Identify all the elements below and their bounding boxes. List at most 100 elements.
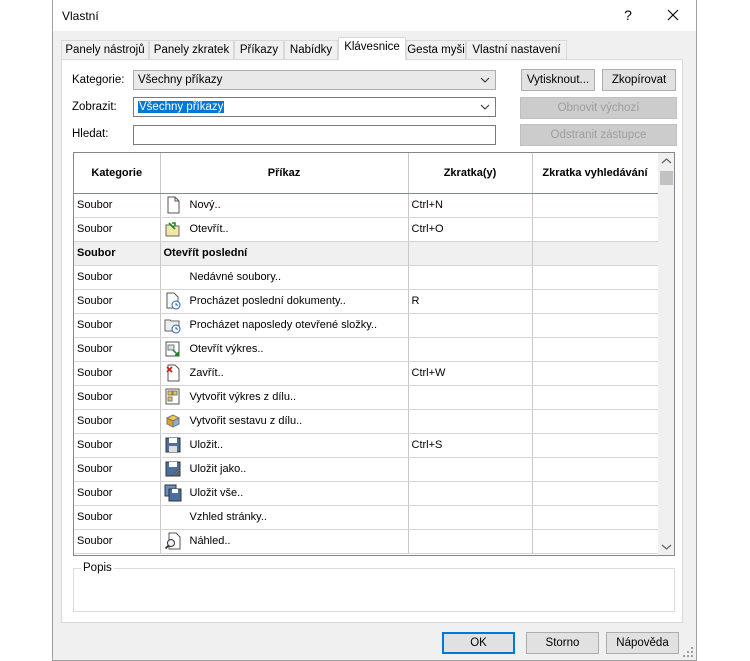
- help-button[interactable]: Nápověda: [606, 632, 679, 654]
- table-row[interactable]: Soubor Otevřít.. Ctrl+O: [74, 217, 659, 242]
- command-label: Uložit vše..: [189, 487, 244, 499]
- table-row[interactable]: Soubor Otevřít výkres..: [74, 337, 659, 362]
- search-label: Hledat:: [72, 128, 109, 140]
- cell-shortcut[interactable]: [408, 265, 533, 290]
- cell-shortcut[interactable]: [408, 409, 533, 434]
- cell-shortcut[interactable]: Ctrl+W: [408, 361, 533, 386]
- command-label: Vytvořit výkres z dílu..: [189, 391, 297, 403]
- table-row[interactable]: Soubor Otevřít poslední: [74, 241, 659, 266]
- tab-mouse-gestures[interactable]: Gesta myši: [406, 40, 466, 60]
- tab-menus[interactable]: Nabídky: [284, 40, 338, 60]
- cell-shortcut[interactable]: [408, 481, 533, 506]
- table-row[interactable]: Soubor Zavřít.. Ctrl+W: [74, 361, 659, 386]
- table-row[interactable]: Soubor Uložit.. Ctrl+S: [74, 433, 659, 458]
- cell-search-shortcut[interactable]: [532, 409, 659, 434]
- cell-shortcut[interactable]: [408, 385, 533, 410]
- show-value: Všechny příkazy: [138, 101, 225, 113]
- table-row[interactable]: Soubor Vytvořit výkres z dílu..: [74, 385, 659, 410]
- tab-commands[interactable]: Příkazy: [234, 40, 284, 60]
- cell-shortcut[interactable]: Ctrl+N: [408, 193, 533, 218]
- cell-search-shortcut[interactable]: [532, 529, 659, 554]
- ok-button[interactable]: OK: [442, 632, 515, 654]
- cell-category: Soubor: [74, 457, 161, 482]
- description-box: Popis: [73, 562, 675, 612]
- cell-search-shortcut[interactable]: [532, 457, 659, 482]
- cell-category: Soubor: [74, 217, 161, 242]
- table-row[interactable]: Soubor Vytvořit sestavu z dílu..: [74, 409, 659, 434]
- command-label: Nedávné soubory..: [189, 271, 282, 283]
- cancel-button[interactable]: Storno: [526, 632, 599, 654]
- table-row[interactable]: Soubor Procházet poslední dokumenty.. R: [74, 289, 659, 314]
- help-icon[interactable]: ?: [618, 5, 638, 25]
- cell-command: Procházet poslední dokumenty..: [160, 289, 409, 314]
- restore-defaults-button[interactable]: Obnovit výchozí: [520, 97, 677, 119]
- print-button[interactable]: Vytisknout...: [521, 69, 595, 91]
- category-label: Kategorie:: [72, 74, 125, 86]
- show-label: Zobrazit:: [72, 101, 117, 113]
- tab-keyboard[interactable]: Klávesnice: [338, 37, 406, 60]
- recent-documents-icon: [166, 292, 180, 310]
- cell-search-shortcut[interactable]: [532, 505, 659, 530]
- cell-search-shortcut[interactable]: [532, 313, 659, 338]
- show-dropdown[interactable]: Všechny příkazy: [133, 97, 496, 117]
- cell-category: Soubor: [74, 193, 161, 218]
- search-input[interactable]: [133, 125, 496, 145]
- remove-shortcut-button[interactable]: Odstranit zástupce: [520, 124, 677, 146]
- header-category[interactable]: Kategorie: [74, 153, 161, 194]
- cell-search-shortcut[interactable]: [532, 337, 659, 362]
- table-row[interactable]: Soubor Nový.. Ctrl+N: [74, 193, 659, 218]
- cell-shortcut[interactable]: [408, 457, 533, 482]
- save-icon: [165, 437, 180, 453]
- print-preview-icon: [164, 532, 180, 550]
- cell-search-shortcut[interactable]: [532, 385, 659, 410]
- save-as-icon: [165, 461, 181, 477]
- header-search-shortcut[interactable]: Zkratka vyhledávání: [532, 153, 659, 194]
- cell-shortcut[interactable]: Ctrl+S: [408, 433, 533, 458]
- table-row[interactable]: Soubor Nedávné soubory..: [74, 265, 659, 290]
- vertical-scrollbar[interactable]: [658, 153, 675, 555]
- cell-category: Soubor: [74, 313, 161, 338]
- category-value: Všechny příkazy: [138, 74, 223, 86]
- resize-grip-icon[interactable]: [682, 646, 694, 658]
- cell-search-shortcut[interactable]: [532, 361, 659, 386]
- cell-category: Soubor: [74, 265, 161, 290]
- cell-shortcut[interactable]: [408, 313, 533, 338]
- table-row[interactable]: Soubor Procházet naposledy otevřené složk…: [74, 313, 659, 338]
- table-row[interactable]: Soubor Náhled..: [74, 529, 659, 554]
- cell-shortcut[interactable]: [408, 529, 533, 554]
- scroll-up-icon[interactable]: [658, 153, 675, 170]
- cell-search-shortcut[interactable]: [532, 241, 659, 266]
- cell-shortcut[interactable]: Ctrl+O: [408, 217, 533, 242]
- scroll-down-icon[interactable]: [658, 538, 675, 555]
- close-icon[interactable]: [662, 4, 684, 26]
- table-row[interactable]: Soubor Uložit jako..: [74, 457, 659, 482]
- category-dropdown[interactable]: Všechny příkazy: [133, 70, 496, 90]
- table-row[interactable]: Soubor Uložit vše..: [74, 481, 659, 506]
- cell-shortcut[interactable]: [408, 337, 533, 362]
- cell-command: Otevřít..: [160, 217, 409, 242]
- cell-search-shortcut[interactable]: [532, 433, 659, 458]
- cell-search-shortcut[interactable]: [532, 289, 659, 314]
- copy-button[interactable]: Zkopírovat: [602, 69, 676, 91]
- scrollbar-thumb[interactable]: [660, 171, 673, 185]
- cell-search-shortcut[interactable]: [532, 265, 659, 290]
- header-shortcut[interactable]: Zkratka(y): [408, 153, 533, 194]
- shortcut-table: Kategorie Příkaz Zkratka(y) Zkratka vyhl…: [73, 152, 675, 556]
- cell-command: Vytvořit výkres z dílu..: [160, 385, 409, 410]
- table-row[interactable]: Soubor Vzhled stránky..: [74, 505, 659, 530]
- tab-custom-settings[interactable]: Vlastní nastavení: [466, 40, 567, 60]
- cell-command: Procházet naposledy otevřené složky..: [160, 313, 409, 338]
- keyboard-panel: Kategorie: Všechny příkazy Zobrazit: Vše…: [61, 59, 683, 623]
- cell-search-shortcut[interactable]: [532, 217, 659, 242]
- cell-command: Náhled..: [160, 529, 409, 554]
- header-command[interactable]: Příkaz: [160, 153, 409, 194]
- cell-shortcut[interactable]: [408, 505, 533, 530]
- make-drawing-icon: [165, 388, 179, 405]
- cell-search-shortcut[interactable]: [532, 193, 659, 218]
- command-label: Zavřít..: [189, 367, 224, 379]
- tab-shortcut-bars[interactable]: Panely zkratek: [149, 40, 234, 60]
- cell-shortcut[interactable]: R: [408, 289, 533, 314]
- tab-toolbars[interactable]: Panely nástrojů: [61, 40, 149, 60]
- cell-shortcut[interactable]: [408, 241, 533, 266]
- cell-search-shortcut[interactable]: [532, 481, 659, 506]
